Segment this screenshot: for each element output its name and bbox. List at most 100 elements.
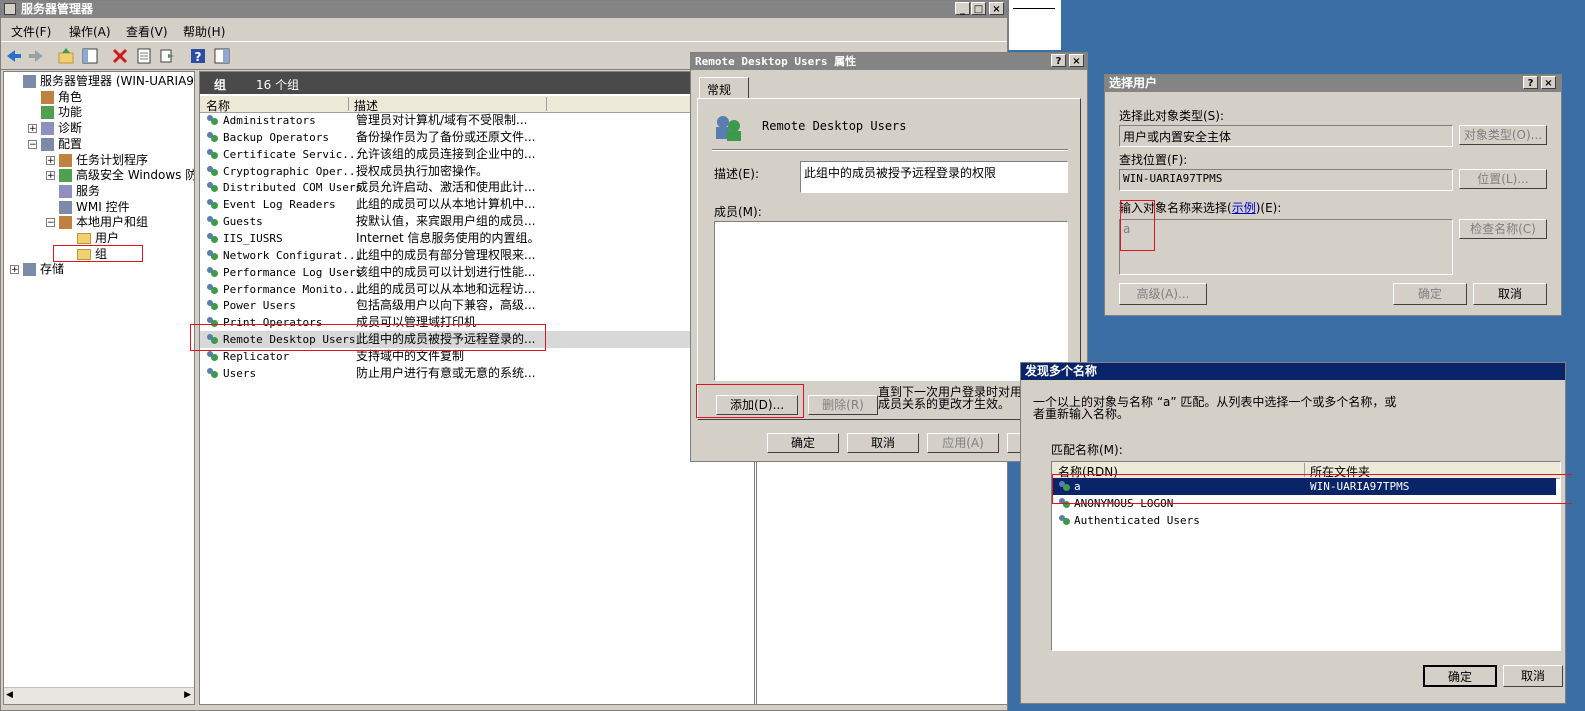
menu-help[interactable]: 帮助(H) — [183, 23, 225, 40]
tree-item[interactable]: 功能 — [28, 104, 82, 120]
select-users-title-bar[interactable]: 选择用户 — [1105, 75, 1561, 92]
tree-item[interactable]: + 存储 — [10, 261, 64, 277]
multiple-names-title-bar[interactable]: 发现多个名称 — [1021, 363, 1565, 380]
properties-icon[interactable] — [135, 47, 153, 65]
menu-file[interactable]: 文件(F) — [11, 23, 51, 40]
column-divider[interactable] — [546, 97, 547, 111]
group-description: 此组的成员可以从本地和远程访... — [356, 281, 536, 296]
locations-button[interactable]: 位置(L)... — [1459, 169, 1547, 189]
properties-cancel-button[interactable]: 取消 — [847, 433, 919, 453]
message-line-2: 者重新输入名称。 — [1033, 407, 1130, 421]
group-name: Performance Log Users — [223, 265, 363, 279]
multiple-names-ok-button[interactable]: 确定 — [1423, 665, 1497, 687]
scroll-right-icon[interactable]: ▶ — [184, 690, 191, 700]
group-icon — [206, 148, 219, 161]
properties-title-bar[interactable]: Remote Desktop Users 属性 — [691, 53, 1087, 70]
remove-button[interactable]: 删除(R) — [808, 395, 878, 415]
group-row[interactable]: Performance Log Users 该组中的成员可以计划进行性能... — [200, 264, 750, 281]
tree-item-label: 本地用户和组 — [76, 215, 149, 230]
tree-item[interactable]: 服务器管理器 (WIN-UARIA97TPM — [10, 73, 194, 89]
group-name-label: Remote Desktop Users — [762, 119, 907, 133]
minimize-button[interactable]: _ — [955, 2, 970, 15]
up-folder-icon[interactable] — [57, 47, 75, 65]
tree-item[interactable]: + 诊断 — [28, 120, 82, 136]
tree-item[interactable]: WMI 控件 — [46, 199, 130, 215]
separator — [712, 149, 1068, 151]
svg-text:?: ? — [195, 50, 202, 64]
check-names-button[interactable]: 检查名称(C) — [1459, 219, 1547, 239]
properties-apply-button[interactable]: 应用(A) — [927, 433, 999, 453]
group-row[interactable]: Performance Monito... 此组的成员可以从本地和远程访... — [200, 281, 750, 298]
select-users-cancel-button[interactable]: 取消 — [1473, 283, 1547, 305]
node-icon — [41, 106, 54, 120]
group-description: 管理员对计算机/域有不受限制... — [356, 113, 528, 127]
delete-icon[interactable] — [111, 47, 129, 65]
select-users-ok-button[interactable]: 确定 — [1393, 283, 1467, 305]
background-window-strip — [1008, 0, 1061, 50]
tree-hscrollbar[interactable]: ◀ ▶ — [4, 687, 194, 704]
highlight-groups-node — [53, 245, 143, 262]
multiple-names-cancel-button[interactable]: 取消 — [1503, 665, 1563, 687]
tree-item[interactable]: − 本地用户和组 — [46, 214, 148, 230]
tree-expander-icon[interactable]: − — [28, 139, 37, 149]
group-row[interactable]: Users 防止用户进行有意或无意的系统... — [200, 365, 750, 382]
group-name: Administrators — [223, 114, 316, 127]
tree-expander-icon[interactable]: + — [10, 265, 19, 275]
tree-expander-icon[interactable]: − — [46, 218, 55, 228]
properties-ok-button[interactable]: 确定 — [767, 433, 839, 453]
highlight-rdu-row — [190, 324, 546, 351]
main-title-bar[interactable]: 服务器管理器 — [1, 1, 1007, 18]
node-icon — [41, 137, 54, 151]
maximize-button[interactable]: □ — [971, 2, 986, 15]
select-users-help-button[interactable]: ? — [1523, 76, 1538, 89]
group-row[interactable]: Network Configurat... 此组中的成员有部分管理权限来... — [200, 247, 750, 264]
menu-view[interactable]: 查看(V) — [126, 23, 168, 40]
advanced-button[interactable]: 高级(A)... — [1119, 283, 1207, 305]
scroll-left-icon[interactable]: ◀ — [6, 690, 13, 700]
properties-close-button[interactable]: × — [1069, 54, 1084, 67]
group-row[interactable]: IIS_IUSRS Internet 信息服务使用的内置组。 — [200, 230, 750, 247]
tree-item[interactable]: + 任务计划程序 — [46, 152, 148, 168]
group-icon — [206, 181, 219, 194]
object-types-button[interactable]: 对象类型(O)... — [1459, 125, 1547, 145]
tree-expander-icon[interactable]: + — [46, 155, 55, 165]
group-icon — [206, 249, 219, 262]
tree-item[interactable]: 角色 — [28, 89, 82, 105]
menu-action[interactable]: 操作(A) — [69, 23, 111, 40]
group-icon — [206, 165, 219, 178]
tree-item[interactable]: 用户 — [64, 230, 119, 246]
tree-expander-icon[interactable]: + — [28, 124, 37, 134]
group-icon — [206, 299, 219, 312]
match-row[interactable]: Authenticated Users — [1052, 512, 1556, 529]
tree-item-label: 任务计划程序 — [76, 152, 149, 167]
close-button[interactable]: × — [989, 2, 1004, 15]
group-row[interactable]: Distributed COM Users 成员允许启动、激活和使用此计... — [200, 179, 750, 196]
select-users-close-button[interactable]: × — [1541, 76, 1556, 89]
examples-link[interactable]: 示例 — [1232, 201, 1256, 215]
tab-general[interactable]: 常规 — [699, 77, 749, 99]
tree-item-label: 存储 — [40, 262, 65, 277]
group-row[interactable]: Backup Operators 备份操作员为了备份或还原文件... — [200, 129, 750, 146]
group-row[interactable]: Administrators 管理员对计算机/域有不受限制... — [200, 112, 750, 129]
group-row[interactable]: Power Users 包括高级用户以向下兼容，高级... — [200, 297, 750, 314]
group-row[interactable]: Event Log Readers 此组的成员可以从本地计算机中... — [200, 196, 750, 213]
export-icon[interactable] — [159, 47, 177, 65]
group-row[interactable]: Certificate Servic... 允许该组的成员连接到企业中的... — [200, 146, 750, 163]
help-icon[interactable]: ? — [189, 47, 207, 65]
back-icon[interactable] — [5, 47, 23, 65]
tree-item[interactable]: 服务 — [46, 183, 100, 199]
forward-icon[interactable] — [27, 47, 45, 65]
tree-item[interactable]: − 配置 — [28, 136, 82, 152]
show-hide-tree-icon[interactable] — [81, 47, 99, 65]
group-row[interactable]: Guests 按默认值，来宾跟用户组的成员... — [200, 213, 750, 230]
tree-item[interactable]: + 高级安全 Windows 防火墙 — [46, 167, 194, 183]
properties-help-button[interactable]: ? — [1051, 54, 1066, 67]
window-title: 服务器管理器 — [21, 2, 94, 16]
column-divider[interactable] — [348, 97, 349, 111]
group-row[interactable]: Cryptographic Oper... 授权成员执行加密操作。 — [200, 163, 750, 180]
enter-names-field[interactable]: a — [1119, 219, 1453, 275]
tree-expander-icon[interactable]: + — [46, 171, 55, 181]
members-list[interactable] — [714, 221, 1068, 381]
description-field[interactable]: 此组中的成员被授予远程登录的权限 — [800, 161, 1068, 193]
show-action-pane-icon[interactable] — [213, 47, 231, 65]
